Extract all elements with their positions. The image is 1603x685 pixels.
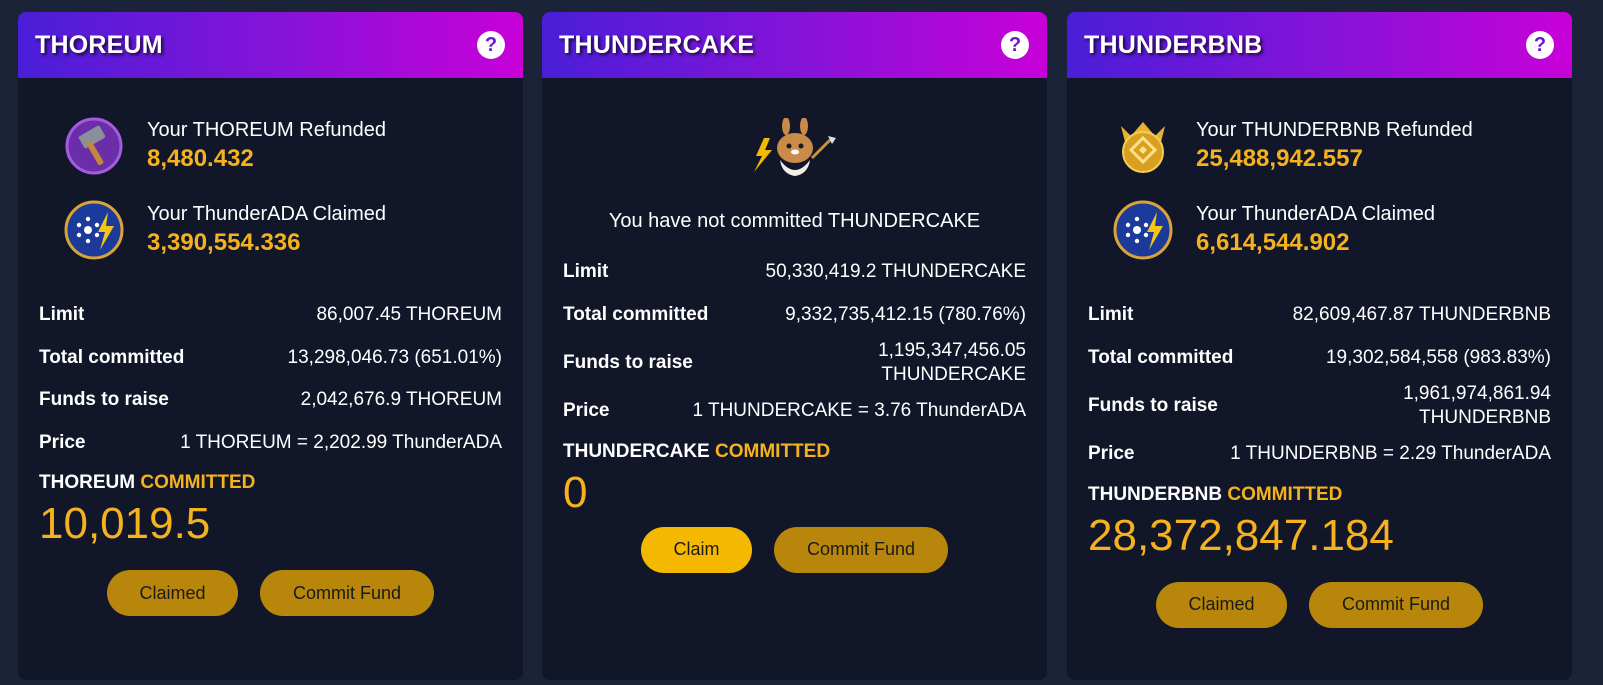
stat-value: 50,330,419.2 THUNDERCAKE (765, 261, 1027, 283)
committed-value: 10,019.5 (39, 499, 211, 548)
pool-card-thunderbnb: THUNDERBNB ? Your THUNDERBNB Refunded 25… (1067, 12, 1572, 680)
committed-label: THOREUM COMMITTED (39, 472, 502, 494)
card-header: THUNDERCAKE ? (542, 12, 1047, 78)
claimed-label: Your ThunderADA Claimed (147, 203, 387, 225)
pool-stats: Limit 50,330,419.2 THUNDERCAKE Total com… (563, 251, 1026, 433)
help-icon[interactable]: ? (1001, 31, 1029, 59)
stat-label: Price (563, 400, 610, 422)
claimed-row: Your ThunderADA Claimed 6,614,544.902 (1088, 188, 1551, 272)
not-committed-notice: You have not committed THUNDERCAKE (608, 210, 981, 232)
refunded-row: Your THOREUM Refunded 8,480.432 (39, 104, 502, 188)
stat-price: Price 1 THOREUM = 2,202.99 ThunderADA (39, 422, 502, 465)
stat-limit: Limit 82,609,467.87 THUNDERBNB (1088, 294, 1551, 337)
stat-value-line: 1,961,974,861.94 (1403, 383, 1551, 404)
stat-value: 2,042,676.9 THOREUM (300, 389, 502, 411)
help-icon[interactable]: ? (1526, 31, 1554, 59)
claimed-button[interactable]: Claimed (1156, 581, 1287, 628)
stat-funds-to-raise: Funds to raise 1,961,974,861.94 THUNDERB… (1088, 379, 1551, 433)
committed-token: THOREUM (39, 472, 136, 493)
stat-value: 19,302,584,558 (983.83%) (1325, 346, 1551, 368)
committed-token: THUNDERCAKE (563, 440, 710, 462)
committed-value: 0 (563, 467, 588, 517)
committed-word: COMMITTED (1227, 483, 1343, 505)
pool-stats: Limit 86,007.45 THOREUM Total committed … (39, 294, 502, 464)
thundercake-bunny-icon (753, 118, 836, 176)
refunded-label: Your THOREUM Refunded (147, 119, 387, 141)
claimed-button[interactable]: Claimed (107, 570, 238, 616)
committed-token: THUNDERBNB (1088, 483, 1223, 505)
stat-label: Limit (39, 304, 85, 326)
stat-value-line: 1,195,347,456.05 (878, 340, 1026, 361)
stat-value: 1 THOREUM = 2,202.99 ThunderADA (180, 431, 502, 453)
stat-limit: Limit 86,007.45 THOREUM (39, 294, 502, 337)
cardano-thunder-icon (1113, 200, 1173, 260)
stat-total-committed: Total committed 19,302,584,558 (983.83%) (1088, 337, 1551, 380)
committed-value: 28,372,847.184 (1088, 510, 1394, 560)
committed-label: THUNDERCAKE COMMITTED (563, 441, 1026, 463)
card-title: THOREUM (35, 30, 163, 59)
stat-total-committed: Total committed 13,298,046.73 (651.01%) (39, 337, 502, 380)
refunded-value: 8,480.432 (147, 145, 254, 172)
refunded-label: Your THUNDERBNB Refunded (1196, 119, 1473, 141)
stat-value: 1 THUNDERCAKE = 3.76 ThunderADA (692, 400, 1026, 422)
stat-value: 9,332,735,412.15 (780.76%) (785, 303, 1026, 325)
claimed-value: 3,390,554.336 (147, 229, 301, 256)
stat-price: Price 1 THUNDERCAKE = 3.76 ThunderADA (563, 390, 1026, 433)
stat-label: Funds to raise (1088, 395, 1218, 416)
commit-fund-button[interactable]: Commit Fund (260, 570, 434, 616)
stat-label: Funds to raise (39, 389, 169, 411)
card-header: THOREUM ? (18, 12, 523, 78)
claimed-row: Your ThunderADA Claimed 3,390,554.336 (39, 188, 502, 272)
stat-value-line: THUNDERBNB (1419, 407, 1551, 428)
pool-stats: Limit 82,609,467.87 THUNDERBNB Total com… (1088, 294, 1551, 476)
stat-label: Total committed (563, 303, 709, 325)
stat-label: Total committed (39, 346, 185, 368)
claim-button[interactable]: Claim (641, 526, 752, 573)
committed-label: THUNDERBNB COMMITTED (1088, 484, 1551, 506)
pool-card-thoreum: THOREUM ? Your THOREUM Refunded 8,480.43… (18, 12, 523, 680)
stat-value: 13,298,046.73 (651.01%) (287, 346, 502, 368)
stat-label: Limit (563, 261, 609, 283)
hammer-icon (65, 117, 123, 175)
stat-value: 1,961,974,861.94 THUNDERBNB (1403, 382, 1551, 430)
stat-label: Funds to raise (563, 352, 693, 373)
stat-label: Price (39, 431, 86, 453)
commit-fund-button[interactable]: Commit Fund (774, 526, 948, 573)
card-header: THUNDERBNB ? (1067, 12, 1572, 78)
stat-label: Limit (1088, 304, 1134, 326)
refunded-row: Your THUNDERBNB Refunded 25,488,942.557 (1088, 104, 1551, 188)
stat-value: 1,195,347,456.05 THUNDERCAKE (878, 339, 1026, 387)
stat-total-committed: Total committed 9,332,735,412.15 (780.76… (563, 294, 1026, 337)
bnb-crown-icon (1121, 122, 1165, 173)
stat-label: Price (1088, 443, 1135, 465)
stat-limit: Limit 50,330,419.2 THUNDERCAKE (563, 251, 1026, 294)
help-icon[interactable]: ? (477, 31, 505, 59)
stat-value: 86,007.45 THOREUM (316, 304, 502, 326)
card-title: THUNDERCAKE (559, 30, 755, 59)
claimed-label: Your ThunderADA Claimed (1196, 203, 1436, 225)
stat-funds-to-raise: Funds to raise 2,042,676.9 THOREUM (39, 379, 502, 422)
stat-value: 1 THUNDERBNB = 2.29 ThunderADA (1230, 443, 1551, 465)
stat-value-line: THUNDERCAKE (881, 364, 1026, 385)
refunded-value: 25,488,942.557 (1196, 145, 1363, 172)
claimed-value: 6,614,544.902 (1196, 229, 1350, 256)
stat-label: Total committed (1088, 346, 1234, 368)
committed-word: COMMITTED (140, 472, 256, 493)
stat-funds-to-raise: Funds to raise 1,195,347,456.05 THUNDERC… (563, 336, 1026, 390)
cardano-thunder-icon (64, 200, 124, 260)
card-title: THUNDERBNB (1084, 30, 1263, 59)
stat-price: Price 1 THUNDERBNB = 2.29 ThunderADA (1088, 433, 1551, 476)
pool-card-thundercake: THUNDERCAKE ? You have not committed THU… (542, 12, 1047, 680)
commit-fund-button[interactable]: Commit Fund (1309, 581, 1483, 628)
committed-word: COMMITTED (715, 440, 831, 462)
stat-value: 82,609,467.87 THUNDERBNB (1292, 304, 1551, 326)
